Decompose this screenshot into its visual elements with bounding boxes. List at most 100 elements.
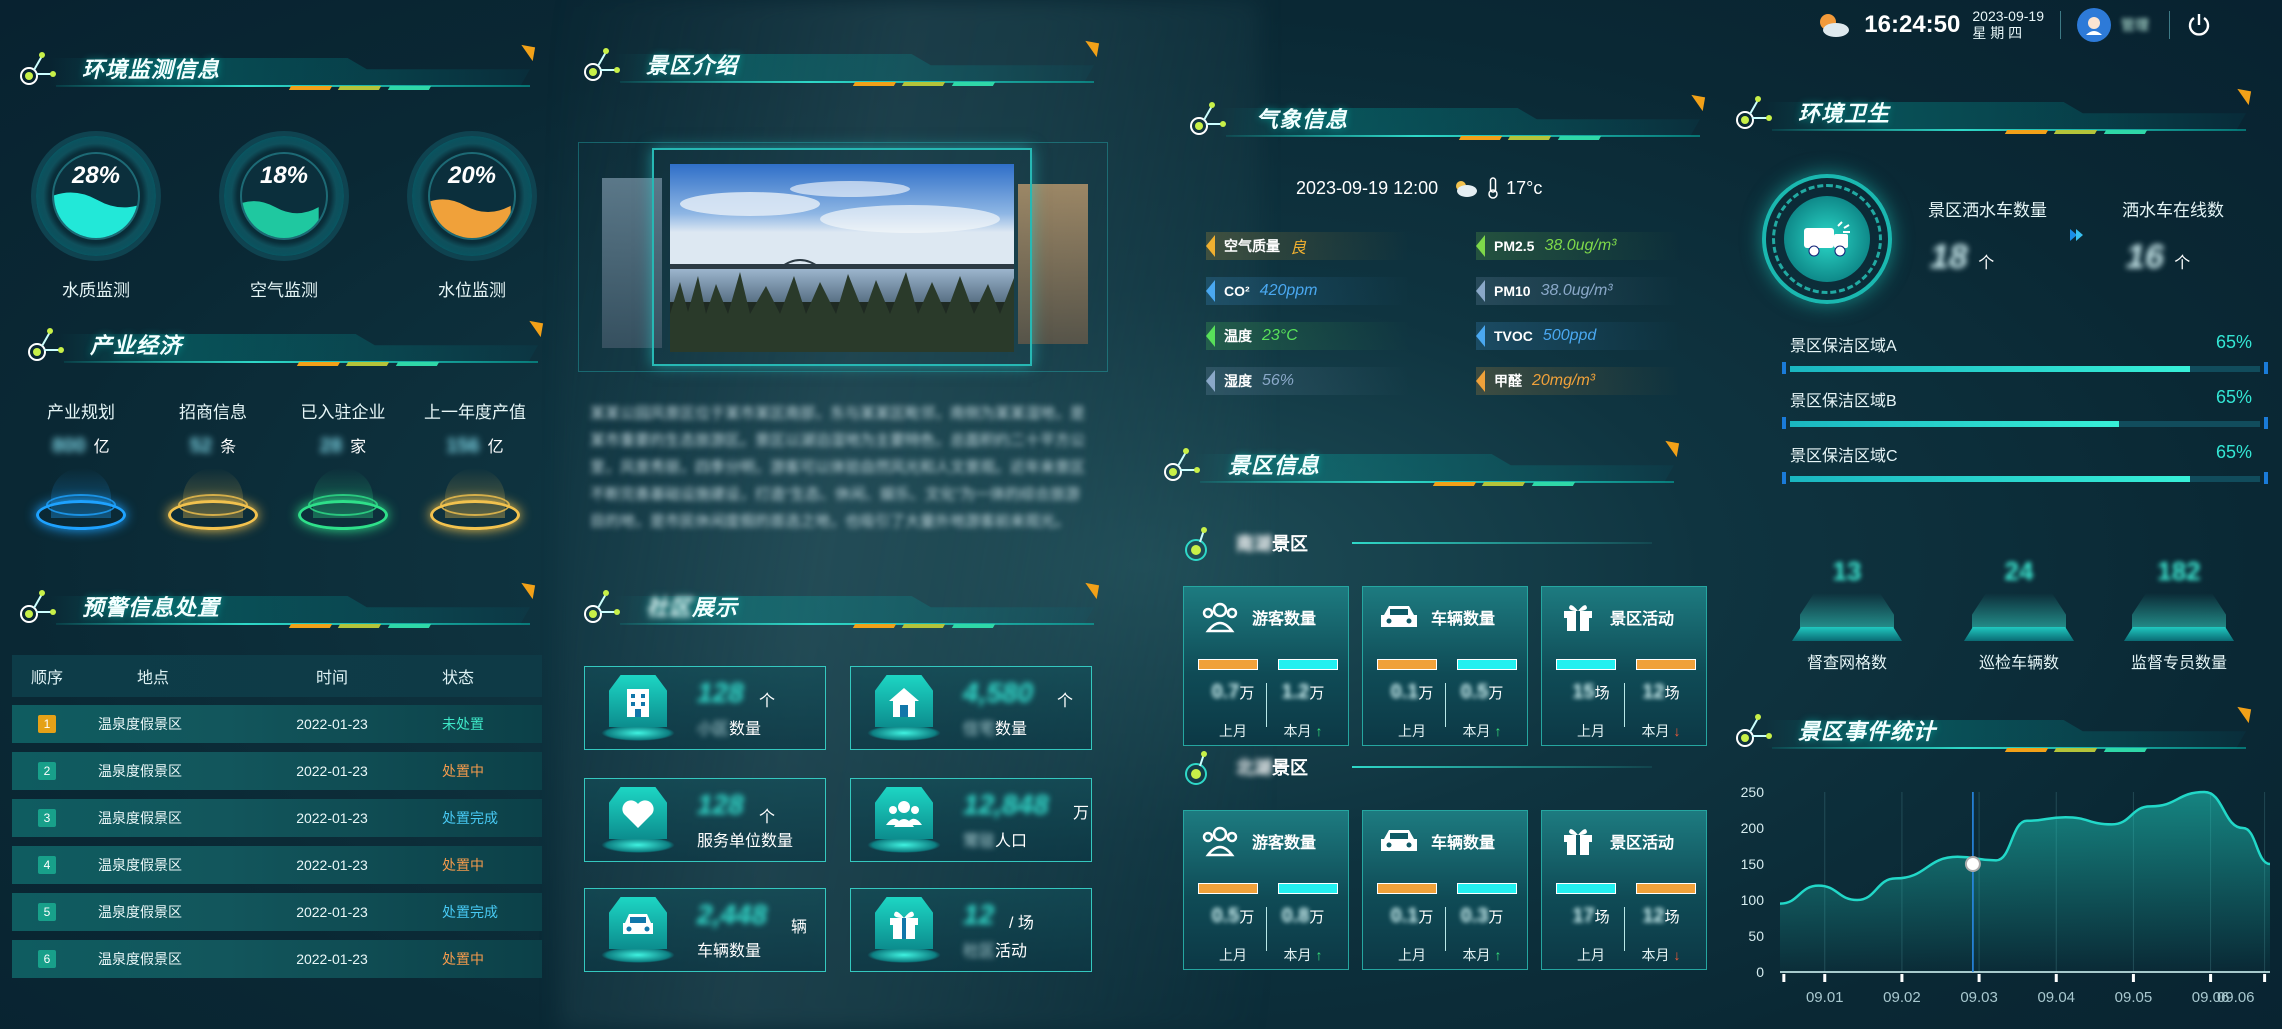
monitor-ring[interactable]: 28% (36, 136, 156, 256)
value-unit: 场 (1664, 685, 1680, 702)
card-label-prefix: 住宅 (963, 721, 996, 738)
row-status[interactable]: 处置完成 (412, 808, 542, 828)
weather-metric: PM10 38.0ug/m³ (1476, 277, 1716, 305)
table-row[interactable]: 1 温泉度假景区 2022-01-23 未处置 (12, 705, 542, 743)
row-status[interactable]: 处置中 (412, 855, 542, 875)
monitor-ring[interactable]: 18% (224, 136, 344, 256)
table-row[interactable]: 5 温泉度假景区 2022-01-23 处置完成 (12, 893, 542, 931)
value-number: 0.5 (1211, 905, 1240, 927)
row-status[interactable]: 处置完成 (412, 902, 542, 922)
avatar[interactable] (2077, 8, 2111, 42)
stat-value: 182 (2157, 556, 2201, 586)
photo-carousel[interactable] (578, 142, 1108, 372)
scenic-stat-card[interactable]: 游客数量 0.7万 1.2万 上月 本月 ↑ (1183, 586, 1349, 746)
metric-value: 良 (1290, 240, 1307, 257)
panel-title: 环境卫生 (1798, 101, 1891, 126)
card-label-prefix: 小区 (697, 721, 730, 738)
x-tick-label: 09.06 (2217, 989, 2255, 1006)
row-status[interactable]: 处置中 (412, 949, 542, 969)
row-order: 1 (12, 715, 82, 733)
card-unit: 个 (1057, 693, 1074, 710)
sprinkler-gauge (1762, 174, 1892, 304)
value-unit: 万 (1239, 909, 1255, 926)
economy-pod[interactable]: 上一年度产值 156 亿 (420, 398, 530, 538)
pod-unit: 家 (350, 439, 367, 456)
row-place: 温泉度假景区 (98, 904, 182, 920)
metric-value: 38.0ug/m³ (1540, 282, 1613, 299)
compare-captions: 上月 本月 ↑ (1377, 721, 1517, 741)
hygiene-stat[interactable]: 182 监督专员数量 (2124, 556, 2234, 673)
card-label: 常驻人口 (963, 827, 1027, 851)
cleaning-zone-progress: 景区保洁区域C 65% (1782, 442, 2268, 484)
card-value: 2,448 (697, 899, 768, 930)
zone-name-prefix: 北湖 (1236, 758, 1272, 778)
people-icon (1198, 601, 1242, 633)
monitor-ring[interactable]: 20% (412, 136, 532, 256)
trend-down-icon: ↓ (1673, 723, 1681, 739)
metric-label: CO² (1224, 283, 1250, 299)
x-tick (1900, 974, 1904, 982)
economy-pod[interactable]: 已入驻企业 28 家 (288, 398, 398, 538)
scenic-stat-card[interactable]: 游客数量 0.5万 0.8万 上月 本月 ↑ (1183, 810, 1349, 970)
hygiene-stat[interactable]: 24 巡检车辆数 (1964, 556, 2074, 673)
community-card[interactable]: 128 个服务单位数量 (584, 778, 826, 862)
community-card[interactable]: 2,448 辆车辆数量 (584, 888, 826, 972)
gift-icon (1556, 601, 1600, 633)
value-unit: 场 (1594, 909, 1610, 926)
table-row[interactable]: 6 温泉度假景区 2022-01-23 处置中 (12, 940, 542, 978)
bar-this-month (1278, 659, 1338, 670)
bar-last-month (1556, 883, 1616, 894)
hygiene-stat[interactable]: 13 督查网格数 (1792, 556, 1902, 673)
event-area-chart[interactable]: 0 50 100 150 200 250 09.01 09.02 09.03 09.04 09.05… (1730, 774, 2270, 1014)
community-card[interactable]: 12,848 万常驻人口 (850, 778, 1092, 862)
pod-label: 招商信息 (179, 403, 247, 422)
row-place: 温泉度假景区 (98, 951, 182, 967)
scenic-stat-card[interactable]: 景区活动 17场 12场 上月 本月 ↓ (1541, 810, 1707, 970)
compare-captions: 上月 本月 ↑ (1377, 945, 1517, 965)
col-header: 状态 (442, 670, 475, 687)
power-icon[interactable] (2186, 12, 2212, 38)
progress-fill (1790, 366, 2190, 372)
pod-unit: 亿 (93, 439, 110, 456)
this-month-value: 0.3万 (1447, 905, 1517, 928)
compare-captions: 上月 本月 ↓ (1556, 945, 1696, 965)
community-card[interactable]: 12 / 场社区活动 (850, 888, 1092, 972)
caption-text: 本月 (1462, 723, 1491, 739)
bar-last-month (1556, 659, 1616, 670)
panel-header-events: 景区事件统计 (1736, 702, 2256, 762)
caption-this-month: 本月 ↓ (1626, 945, 1696, 965)
community-card[interactable]: 4,580 个住宅数量 (850, 666, 1092, 750)
table-row[interactable]: 2 温泉度假景区 2022-01-23 处置中 (12, 752, 542, 790)
username[interactable]: 管理 (2121, 15, 2149, 35)
caption-text: 本月 (1641, 947, 1670, 963)
panel-header-economy: 产业经济 (28, 316, 548, 376)
row-status[interactable]: 处置中 (412, 761, 542, 781)
economy-pod[interactable]: 招商信息 52 条 (158, 398, 268, 538)
metric-label: PM10 (1494, 283, 1531, 299)
scenic-stat-card[interactable]: 车辆数量 0.1万 0.3万 上月 本月 ↑ (1362, 810, 1528, 970)
thermometer-icon (1488, 177, 1498, 199)
hover-point[interactable] (1964, 856, 1981, 872)
stat-value: 24 (2004, 556, 2034, 586)
zone-header: 北湖景区 (1182, 748, 1662, 788)
caption-last-month: 上月 (1398, 947, 1426, 963)
caption-last-month: 上月 (1577, 723, 1605, 739)
scenic-stat-card[interactable]: 车辆数量 0.1万 0.5万 上月 本月 ↑ (1362, 586, 1528, 746)
community-card[interactable]: 128 个小区数量 (584, 666, 826, 750)
card-title: 车辆数量 (1431, 611, 1496, 628)
scenic-photo[interactable] (670, 164, 1014, 352)
pod-unit: 条 (220, 439, 237, 456)
table-row[interactable]: 3 温泉度假景区 2022-01-23 处置完成 (12, 799, 542, 837)
economy-pod[interactable]: 产业规划 800 亿 (26, 398, 136, 538)
scenic-stat-card[interactable]: 景区活动 15场 12场 上月 本月 ↓ (1541, 586, 1707, 746)
zone-name: 北湖景区 (1236, 754, 1308, 780)
gift-icon (861, 897, 947, 965)
value-number: 0.1 (1390, 681, 1419, 703)
table-row[interactable]: 4 温泉度假景区 2022-01-23 处置中 (12, 846, 542, 884)
pod-number: 800 (52, 435, 86, 457)
stat-platform-icon (2124, 593, 2234, 641)
value-number: 12 (1642, 681, 1665, 703)
col-header: 地点 (137, 670, 170, 687)
row-status[interactable]: 未处置 (412, 714, 542, 734)
trend-up-icon: ↑ (1494, 947, 1502, 963)
